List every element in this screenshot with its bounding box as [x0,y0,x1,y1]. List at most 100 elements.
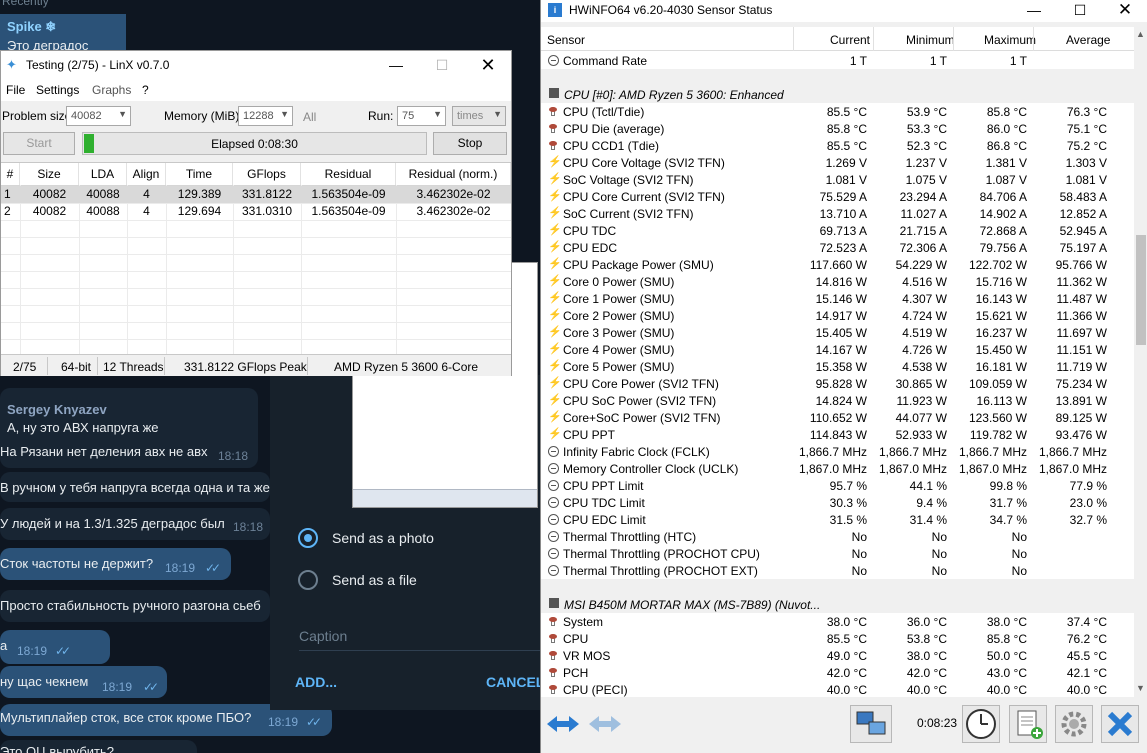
sensor-row[interactable]: CPU PPT Limit 95.7 % 44.1 % 99.8 % 77.9 % [541,477,1134,494]
send-as-photo-radio[interactable] [298,528,318,548]
memory-combo[interactable]: 12288 ▼ [238,106,293,126]
stop-button[interactable]: Stop [433,132,507,155]
results-col-header[interactable]: GFlops [233,163,301,185]
close-button[interactable]: ✕ [465,51,511,79]
start-button[interactable]: Start [3,132,75,155]
sensor-row[interactable]: ⚡ SoC Current (SVI2 TFN) 13.710 A 11.027 A 1… [541,205,1134,222]
all-label[interactable]: All [303,110,316,124]
linx-titlebar[interactable]: ✦ Testing (2/75) - LinX v0.7.0 — ☐ ✕ [1,51,511,79]
menu-help[interactable]: ? [142,83,149,97]
sensor-row[interactable]: ⚡ Core 0 Power (SMU) 14.816 W 4.516 W 15.716… [541,273,1134,290]
results-cell: 1 [4,187,11,201]
thermometer-icon [548,632,559,645]
sensor-row[interactable]: CPU (PECI) 40.0 °C 40.0 °C 40.0 °C 40.0 °C [541,681,1134,697]
sensor-row[interactable]: CPU (Tctl/Tdie) 85.5 °C 53.9 °C 85.8 °C 76.3… [541,103,1134,120]
nav-prev-button[interactable] [543,705,583,743]
sensor-row[interactable]: CPU Die (average) 85.8 °C 53.3 °C 86.0 °C 75… [541,120,1134,137]
sensor-group-row[interactable]: MSI B450M MORTAR MAX (MS-7B89) (Nuvot... [541,596,1134,613]
sensor-row[interactable]: Thermal Throttling (PROCHOT EXT) No No No [541,562,1134,579]
results-col-header[interactable]: LDA [79,163,127,185]
col-minimum[interactable]: Minimum [906,33,955,47]
sensor-maximum: No [1011,564,1027,578]
scroll-down-icon[interactable]: ▼ [1136,683,1145,693]
chat-item-spike[interactable]: Spike ❄ Это деградос [0,14,126,54]
sensor-row[interactable]: ⚡ Core 5 Power (SMU) 15.358 W 4.538 W 16.181… [541,358,1134,375]
settings-button[interactable] [1055,705,1093,743]
sensor-row[interactable]: ⚡ Core+SoC Power (SVI2 TFN) 110.652 W 44.07… [541,409,1134,426]
sensor-scrollbar[interactable]: ▲ ▼ [1134,27,1147,697]
col-sensor[interactable]: Sensor [547,33,585,47]
sensor-row[interactable]: ⚡ CPU Core Current (SVI2 TFN) 75.529 A 23.2… [541,188,1134,205]
run-unit-combo[interactable]: times ▼ [452,106,506,126]
sensor-row[interactable]: Thermal Throttling (PROCHOT CPU) No No No [541,545,1134,562]
results-col-header[interactable]: Align [127,163,166,185]
sensor-row[interactable]: ⚡ Core 1 Power (SMU) 15.146 W 4.307 W 16.143… [541,290,1134,307]
sensor-row[interactable]: ⚡ CPU TDC 69.713 A 21.715 A 72.868 A 52.945 A [541,222,1134,239]
sensor-average: 58.483 A [1059,190,1107,204]
menu-settings[interactable]: Settings [36,83,79,97]
send-as-file-radio[interactable] [298,570,318,590]
send-as-file-label[interactable]: Send as a file [332,572,417,588]
network-computers-icon [856,711,886,735]
sensor-average: 11.487 W [1056,292,1107,306]
results-row[interactable]: 2 40082 40088 4 129.694 331.0310 1.563504e-09 3… [1,203,511,220]
sensor-row[interactable]: CPU EDC Limit 31.5 % 31.4 % 34.7 % 32.7 % [541,511,1134,528]
sensor-row[interactable]: Infinity Fabric Clock (FCLK) 1,866.7 MHz 1… [541,443,1134,460]
sensor-row[interactable]: ⚡ CPU Core Power (SVI2 TFN) 95.828 W 30.865… [541,375,1134,392]
sensor-row[interactable]: Command Rate 1 T 1 T 1 T [541,52,1134,69]
sensor-row[interactable]: PCH 42.0 °C 42.0 °C 43.0 °C 42.1 °C [541,664,1134,681]
send-as-photo-label[interactable]: Send as a photo [332,530,434,546]
sensor-row[interactable]: ⚡ SoC Voltage (SVI2 TFN) 1.081 V 1.075 V 1.0… [541,171,1134,188]
menu-file[interactable]: File [6,83,25,97]
sensor-row[interactable]: ⚡ CPU PPT 114.843 W 52.933 W 119.782 W 93.476… [541,426,1134,443]
maximize-button[interactable]: ☐ [1057,0,1103,24]
network-button[interactable] [850,705,892,743]
sensor-row[interactable]: CPU 85.5 °C 53.8 °C 85.8 °C 76.2 °C [541,630,1134,647]
cancel-button[interactable]: CANCEL [486,674,540,690]
maximize-button[interactable]: ☐ [419,51,465,79]
log-button[interactable] [1009,705,1047,743]
results-col-header[interactable]: Size [20,163,79,185]
col-current[interactable]: Current [830,33,870,47]
sensor-row[interactable]: VR MOS 49.0 °C 38.0 °C 50.0 °C 45.5 °C [541,647,1134,664]
close-button[interactable]: ✕ [1102,0,1147,24]
sensor-row[interactable]: ⚡ CPU Package Power (SMU) 117.660 W 54.229 … [541,256,1134,273]
sensor-row[interactable]: CPU CCD1 (Tdie) 85.5 °C 52.3 °C 86.8 °C 75.2… [541,137,1134,154]
scroll-up-icon[interactable]: ▲ [1136,29,1145,39]
results-col-header[interactable]: Residual [301,163,396,185]
sensor-row[interactable]: CPU TDC Limit 30.3 % 9.4 % 31.7 % 23.0 % [541,494,1134,511]
minimize-button[interactable]: — [373,51,419,79]
col-maximum[interactable]: Maximum [984,33,1036,47]
menu-graphs[interactable]: Graphs [92,83,131,97]
close-sensors-button[interactable] [1101,705,1139,743]
sensor-row[interactable]: ⚡ Core 3 Power (SMU) 15.405 W 4.519 W 16.237… [541,324,1134,341]
run-count-combo[interactable]: 75 ▼ [397,106,446,126]
minimize-button[interactable]: — [1011,0,1057,24]
sensor-row[interactable]: ⚡ CPU Core Voltage (SVI2 TFN) 1.269 V 1.237… [541,154,1134,171]
sensor-row[interactable]: System 38.0 °C 36.0 °C 38.0 °C 37.4 °C [541,613,1134,630]
col-average[interactable]: Average [1066,33,1110,47]
nav-next-button[interactable] [585,705,625,743]
results-col-header[interactable]: # [1,163,20,185]
results-cell: 331.0310 [241,204,293,218]
clock-reset-button[interactable] [962,705,1000,743]
results-col-header[interactable]: Time [166,163,233,185]
sensor-group-row[interactable]: CPU [#0]: AMD Ryzen 5 3600: Enhanced [541,86,1134,103]
sensor-row[interactable]: ⚡ CPU SoC Power (SVI2 TFN) 14.824 W 11.923 … [541,392,1134,409]
sensor-minimum: 38.0 °C [906,649,947,663]
scroll-thumb[interactable] [1136,235,1146,345]
hwinfo-window-title: HWiNFO64 v6.20-4030 Sensor Status [569,3,773,17]
add-button[interactable]: ADD... [295,674,337,690]
sensor-row[interactable]: ⚡ CPU EDC 72.523 A 72.306 A 79.756 A 75.197 A [541,239,1134,256]
sensor-row[interactable]: Thermal Throttling (HTC) No No No [541,528,1134,545]
sensor-row[interactable]: ⚡ Core 2 Power (SMU) 14.917 W 4.724 W 15.621… [541,307,1134,324]
caption-label[interactable]: Caption [299,628,347,644]
problem-size-combo[interactable]: 40082 ▼ [66,106,131,126]
sensor-maximum: 79.756 A [979,241,1027,255]
sensor-row[interactable]: Memory Controller Clock (UCLK) 1,867.0 MH… [541,460,1134,477]
sensor-row[interactable]: ⚡ Core 4 Power (SMU) 14.167 W 4.726 W 15.450… [541,341,1134,358]
sensor-maximum: 31.7 % [989,496,1027,510]
results-col-header[interactable]: Residual (norm.) [396,163,511,185]
results-row[interactable]: 1 40082 40088 4 129.389 331.8122 1.563504e-09 3… [1,186,511,203]
hwinfo-titlebar[interactable]: i HWiNFO64 v6.20-4030 Sensor Status — ☐ … [541,0,1147,22]
